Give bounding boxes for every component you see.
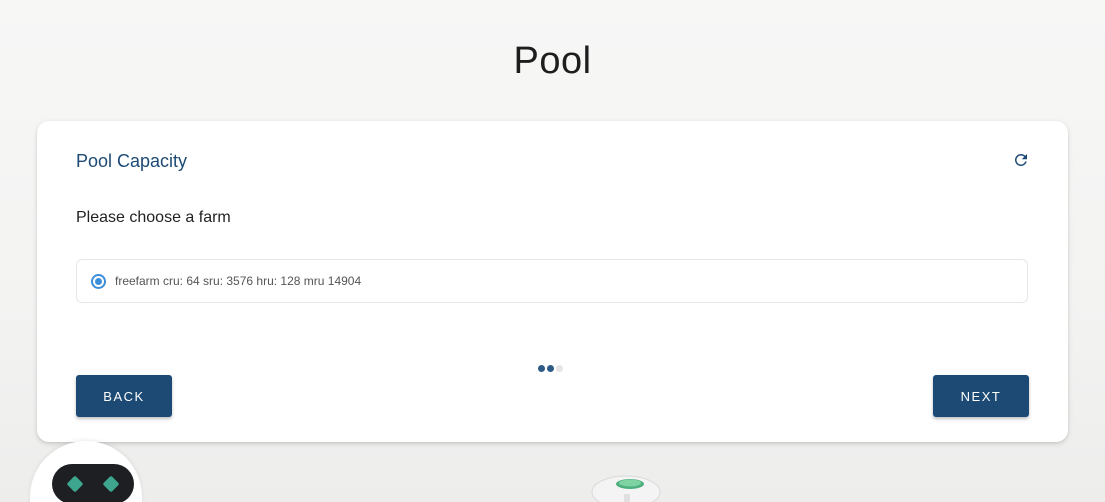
step-dot-1 <box>538 365 545 372</box>
robot-mascot <box>30 441 142 502</box>
robot-face <box>52 464 134 502</box>
back-button[interactable]: BACK <box>76 375 172 417</box>
device-illustration <box>591 475 661 502</box>
robot-eye-right <box>102 475 120 493</box>
refresh-button[interactable] <box>1010 149 1032 171</box>
step-dot-3 <box>556 365 563 372</box>
pool-capacity-card: Pool Capacity Please choose a farm freef… <box>37 121 1068 442</box>
refresh-icon <box>1014 154 1027 166</box>
robot-eye-left <box>66 475 84 493</box>
farm-prompt: Please choose a farm <box>76 209 231 226</box>
page-title: Pool <box>513 40 592 82</box>
radio-selected-dot <box>95 277 102 285</box>
card-title: Pool Capacity <box>76 151 188 171</box>
step-dot-2 <box>547 365 554 372</box>
next-button[interactable]: NEXT <box>933 375 1029 417</box>
step-indicator <box>538 365 563 372</box>
farm-radio[interactable] <box>91 273 106 289</box>
farm-option[interactable]: freefarm cru: 64 sru: 3576 hru: 128 mru … <box>76 259 1028 303</box>
farm-option-label: freefarm cru: 64 sru: 3576 hru: 128 mru … <box>115 274 362 288</box>
